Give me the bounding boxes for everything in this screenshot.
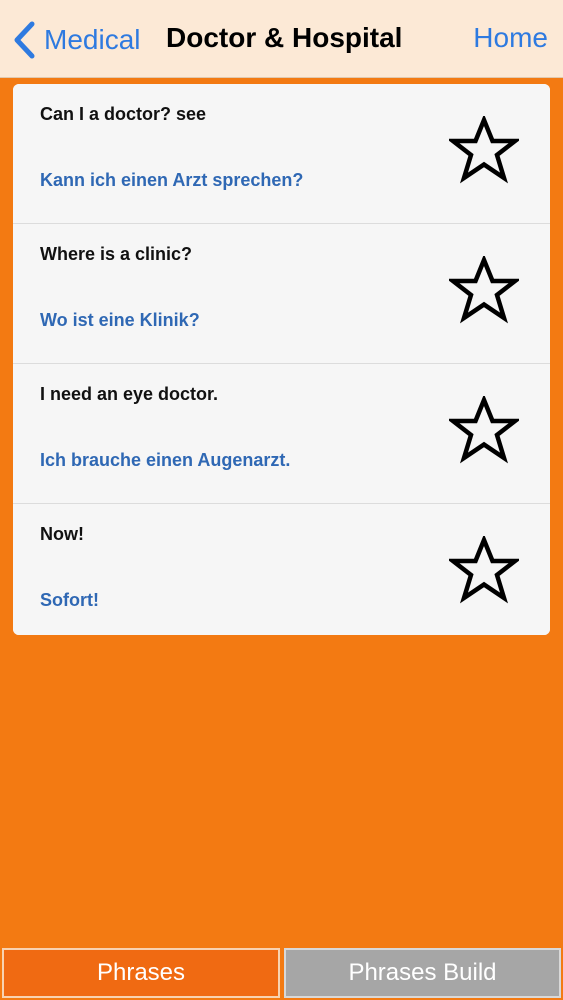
phrase-translation: Wo ist eine Klinik? bbox=[40, 310, 200, 330]
phrase-row[interactable]: I need an eye doctor. Ich brauche einen … bbox=[13, 364, 550, 504]
phrase-translation: Sofort! bbox=[40, 590, 99, 610]
phrase-translation: Kann ich einen Arzt sprechen? bbox=[40, 170, 304, 190]
phrase-row[interactable]: Where is a clinic? Wo ist eine Klinik? bbox=[13, 224, 550, 364]
tab-phrases[interactable]: Phrases bbox=[2, 948, 280, 998]
favorite-star-icon[interactable] bbox=[449, 396, 519, 464]
tab-bar: Phrases Phrases Build bbox=[0, 945, 563, 1000]
chevron-left-icon bbox=[12, 20, 36, 60]
tab-phrases-build[interactable]: Phrases Build bbox=[284, 948, 561, 998]
phrase-english: Where is a clinic? bbox=[40, 244, 193, 264]
favorite-star-icon[interactable] bbox=[449, 256, 519, 324]
phrase-row[interactable]: Can I a doctor? see Kann ich einen Arzt … bbox=[13, 84, 550, 224]
phrase-english: I need an eye doctor. bbox=[40, 384, 219, 404]
phrase-english: Can I a doctor? see bbox=[40, 104, 207, 124]
back-button-label: Medical bbox=[44, 24, 141, 55]
back-button[interactable]: Medical bbox=[12, 18, 140, 62]
favorite-star-icon[interactable] bbox=[449, 116, 519, 184]
phrase-list: Can I a doctor? see Kann ich einen Arzt … bbox=[13, 84, 550, 635]
page-title: Doctor & Hospital bbox=[166, 22, 403, 53]
navigation-bar: Medical Doctor & Hospital Home bbox=[0, 0, 563, 78]
phrase-translation: Ich brauche einen Augenarzt. bbox=[40, 450, 291, 470]
home-button[interactable]: Home bbox=[473, 22, 548, 54]
phrase-row[interactable]: Now! Sofort! bbox=[13, 504, 550, 635]
favorite-star-icon[interactable] bbox=[449, 536, 519, 604]
phrase-english: Now! bbox=[40, 524, 84, 544]
